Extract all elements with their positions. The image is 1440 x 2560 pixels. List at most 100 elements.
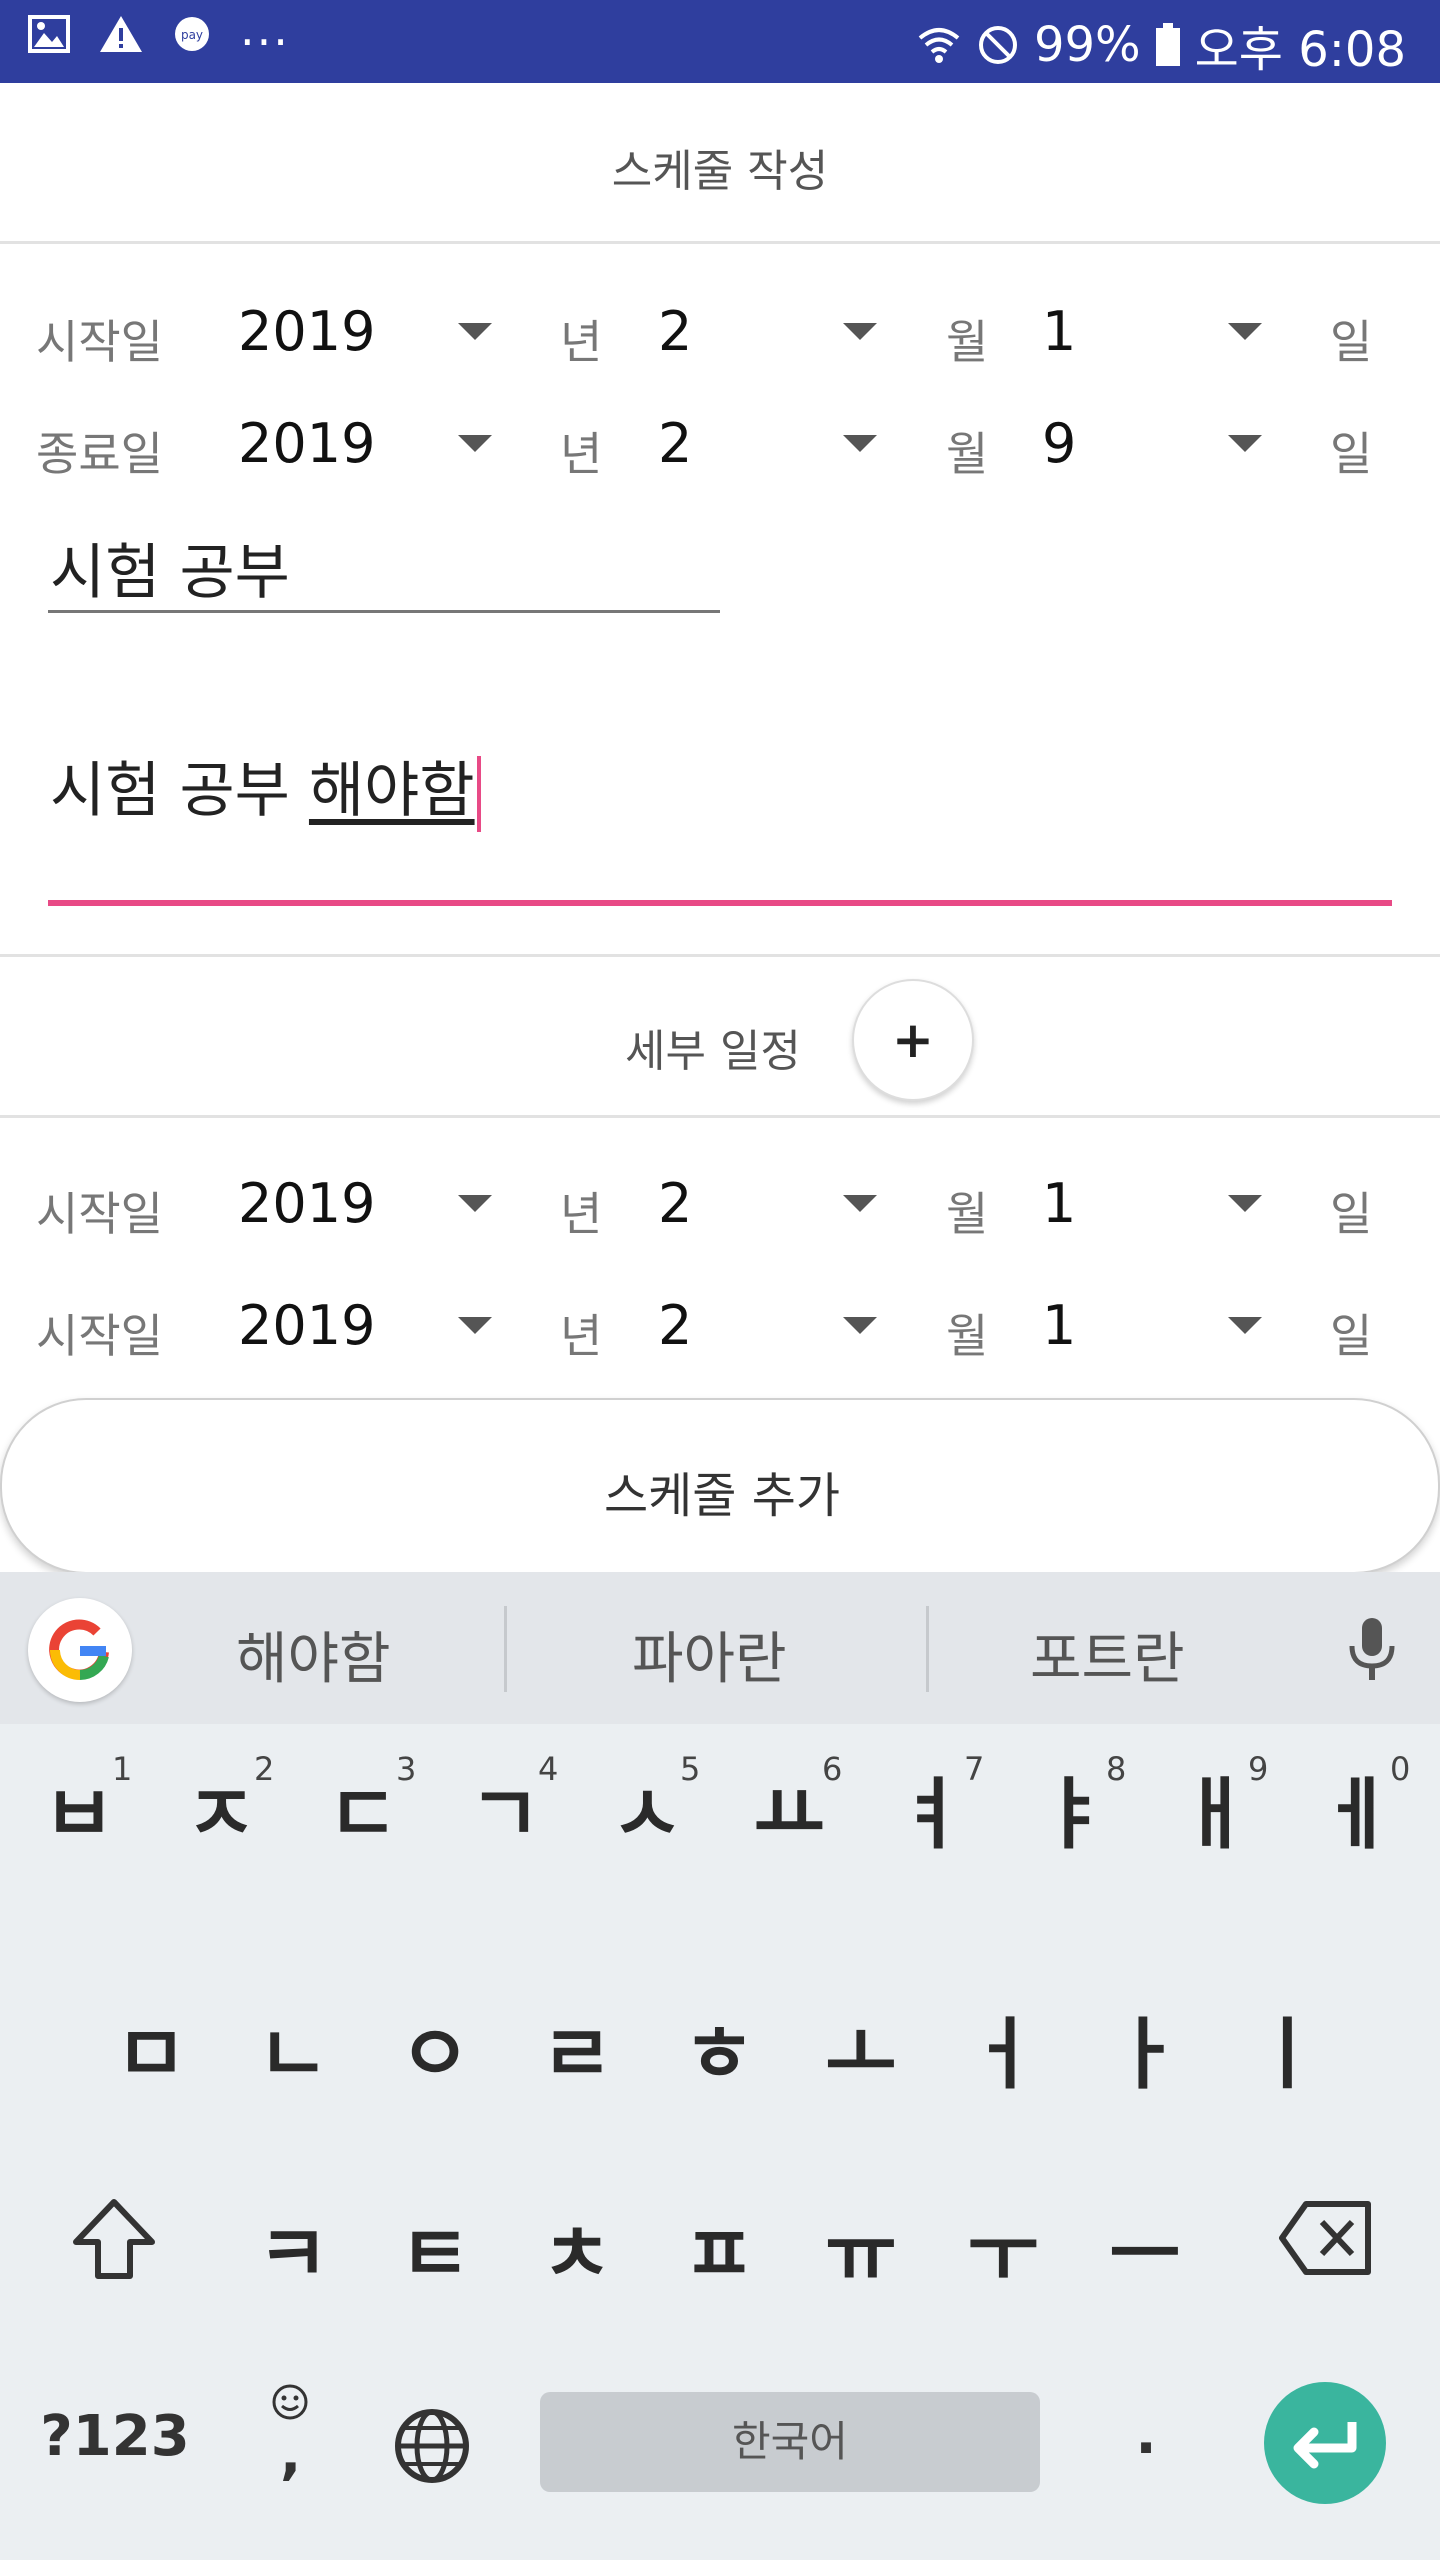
suggestion-divider bbox=[504, 1606, 507, 1692]
enter-key[interactable] bbox=[1264, 2382, 1386, 2504]
key-eu[interactable]: ㅡ bbox=[1090, 2192, 1200, 2300]
backspace-icon[interactable] bbox=[1276, 2196, 1376, 2280]
page-title: 스케줄 작성 bbox=[611, 146, 829, 197]
key-ch[interactable]: ㅊ bbox=[522, 2192, 632, 2300]
start-month-select[interactable]: 2 bbox=[658, 300, 692, 363]
end-day-select[interactable]: 9 bbox=[1042, 412, 1076, 475]
content-committed-text: 시험 공부 bbox=[50, 756, 309, 826]
key-ae[interactable]: 9ㅐ bbox=[1160, 1750, 1270, 1872]
key-g[interactable]: 4ㄱ bbox=[450, 1750, 560, 1872]
clock: 오후 6:08 bbox=[1194, 22, 1406, 78]
chevron-down-icon[interactable] bbox=[458, 435, 492, 452]
sub-month-select[interactable]: 2 bbox=[658, 1172, 692, 1235]
chevron-down-icon[interactable] bbox=[1228, 1317, 1262, 1334]
key-r[interactable]: ㄹ bbox=[522, 1992, 632, 2100]
key-k[interactable]: ㅋ bbox=[238, 2192, 348, 2300]
key-e[interactable]: 0ㅔ bbox=[1302, 1750, 1412, 1872]
suggestion-2[interactable]: 파아란 bbox=[632, 1614, 787, 1695]
key-u[interactable]: ㅜ bbox=[948, 2192, 1058, 2300]
day-unit: 일 bbox=[1330, 1309, 1373, 1363]
chevron-down-icon[interactable] bbox=[458, 323, 492, 340]
chevron-down-icon[interactable] bbox=[843, 1195, 877, 1212]
key-yu[interactable]: ㅠ bbox=[806, 2192, 916, 2300]
start-date-row: 시작일 2019 년 2 월 1 일 bbox=[0, 280, 1440, 380]
key-j[interactable]: 2ㅈ bbox=[166, 1750, 276, 1872]
key-n[interactable]: ㄴ bbox=[238, 1992, 348, 2100]
suggestion-1[interactable]: 해야함 bbox=[236, 1614, 391, 1695]
chevron-down-icon[interactable] bbox=[843, 435, 877, 452]
google-icon[interactable] bbox=[28, 1598, 132, 1702]
key-s[interactable]: 5ㅅ bbox=[592, 1750, 702, 1872]
key-m[interactable]: ㅁ bbox=[96, 1992, 206, 2100]
start-day-select[interactable]: 1 bbox=[1042, 300, 1076, 363]
chevron-down-icon[interactable] bbox=[843, 1317, 877, 1334]
key-ya[interactable]: 8ㅑ bbox=[1018, 1750, 1128, 1872]
month-unit: 월 bbox=[946, 315, 989, 369]
chevron-down-icon[interactable] bbox=[458, 1195, 492, 1212]
svg-text:pay: pay bbox=[181, 28, 203, 42]
mic-icon[interactable] bbox=[1345, 1616, 1399, 1682]
end-month-select[interactable]: 2 bbox=[658, 412, 692, 475]
title-input-value: 시험 공부 bbox=[50, 538, 290, 608]
battery-icon bbox=[1155, 23, 1180, 66]
sub-year-select[interactable]: 2019 bbox=[238, 1172, 375, 1235]
more-notifications: ... bbox=[240, 2, 290, 56]
comma-label: , bbox=[280, 2422, 302, 2487]
key-a[interactable]: ㅏ bbox=[1090, 1992, 1200, 2100]
day-unit: 일 bbox=[1330, 427, 1373, 481]
year-unit: 년 bbox=[560, 1309, 603, 1363]
pay-icon: pay bbox=[175, 17, 209, 51]
sub-schedule-label: 세부 일정 bbox=[625, 1026, 801, 1077]
content-input-text: 시험 공부 해야함 bbox=[50, 742, 481, 833]
month-unit: 월 bbox=[946, 427, 989, 481]
add-schedule-button[interactable]: 스케줄 추가 bbox=[0, 1398, 1440, 1574]
start-date-label: 시작일 bbox=[36, 315, 163, 369]
key-yeo[interactable]: 7ㅕ bbox=[876, 1750, 986, 1872]
sub-schedule-row: 시작일 2019 년 2 월 1 일 bbox=[0, 1274, 1440, 1374]
gallery-icon bbox=[28, 15, 70, 53]
warning-icon bbox=[100, 16, 142, 52]
content-input[interactable]: 시험 공부 해야함 bbox=[48, 730, 1392, 906]
start-year-select[interactable]: 2019 bbox=[238, 300, 375, 363]
key-eo[interactable]: ㅓ bbox=[948, 1992, 1058, 2100]
sub-year-select[interactable]: 2019 bbox=[238, 1294, 375, 1357]
key-b[interactable]: 1ㅂ bbox=[24, 1750, 134, 1872]
sub-day-select[interactable]: 1 bbox=[1042, 1172, 1076, 1235]
symbols-key[interactable]: ?123 bbox=[30, 2404, 200, 2494]
title-input[interactable]: 시험 공부 bbox=[48, 510, 720, 613]
key-h[interactable]: ㅎ bbox=[664, 1992, 774, 2100]
chevron-down-icon[interactable] bbox=[458, 1317, 492, 1334]
add-sub-schedule-button[interactable]: + bbox=[852, 979, 974, 1101]
sub-month-select[interactable]: 2 bbox=[658, 1294, 692, 1357]
add-schedule-label: 스케줄 추가 bbox=[603, 1468, 841, 1524]
key-ng[interactable]: ㅇ bbox=[380, 1992, 490, 2100]
shift-icon[interactable] bbox=[66, 2192, 162, 2288]
emoji-comma-key[interactable]: , bbox=[250, 2382, 330, 2502]
end-date-row: 종료일 2019 년 2 월 9 일 bbox=[0, 392, 1440, 492]
key-p[interactable]: ㅍ bbox=[664, 2192, 774, 2300]
end-year-select[interactable]: 2019 bbox=[238, 412, 375, 475]
content-composing-text: 해야함 bbox=[308, 756, 475, 826]
key-d[interactable]: 3ㄷ bbox=[308, 1750, 418, 1872]
space-bar[interactable]: 한국어 bbox=[540, 2392, 1040, 2492]
end-date-label: 종료일 bbox=[36, 427, 163, 481]
key-t[interactable]: ㅌ bbox=[380, 2192, 490, 2300]
suggestion-3[interactable]: 포트란 bbox=[1030, 1614, 1185, 1695]
chevron-down-icon[interactable] bbox=[1228, 1195, 1262, 1212]
status-bar: pay ... 99% 오후 6:08 bbox=[0, 0, 1440, 83]
key-i[interactable]: ㅣ bbox=[1232, 1992, 1342, 2100]
do-not-disturb-icon bbox=[978, 26, 1017, 64]
sub-start-label: 시작일 bbox=[36, 1187, 163, 1241]
sub-day-select[interactable]: 1 bbox=[1042, 1294, 1076, 1357]
chevron-down-icon[interactable] bbox=[843, 323, 877, 340]
key-yo[interactable]: 6ㅛ bbox=[734, 1750, 844, 1872]
globe-icon[interactable] bbox=[392, 2406, 472, 2486]
period-key[interactable]: . bbox=[1116, 2402, 1176, 2492]
chevron-down-icon[interactable] bbox=[1228, 323, 1262, 340]
soft-keyboard: 해야함 파아란 포트란 1ㅂ 2ㅈ 3ㄷ 4ㄱ 5ㅅ 6ㅛ 7ㅕ 8ㅑ 9ㅐ 0… bbox=[0, 1572, 1440, 2560]
chevron-down-icon[interactable] bbox=[1228, 435, 1262, 452]
key-o[interactable]: ㅗ bbox=[806, 1992, 916, 2100]
enter-icon bbox=[1293, 2422, 1357, 2469]
sub-start-label: 시작일 bbox=[36, 1309, 163, 1363]
month-unit: 월 bbox=[946, 1187, 989, 1241]
